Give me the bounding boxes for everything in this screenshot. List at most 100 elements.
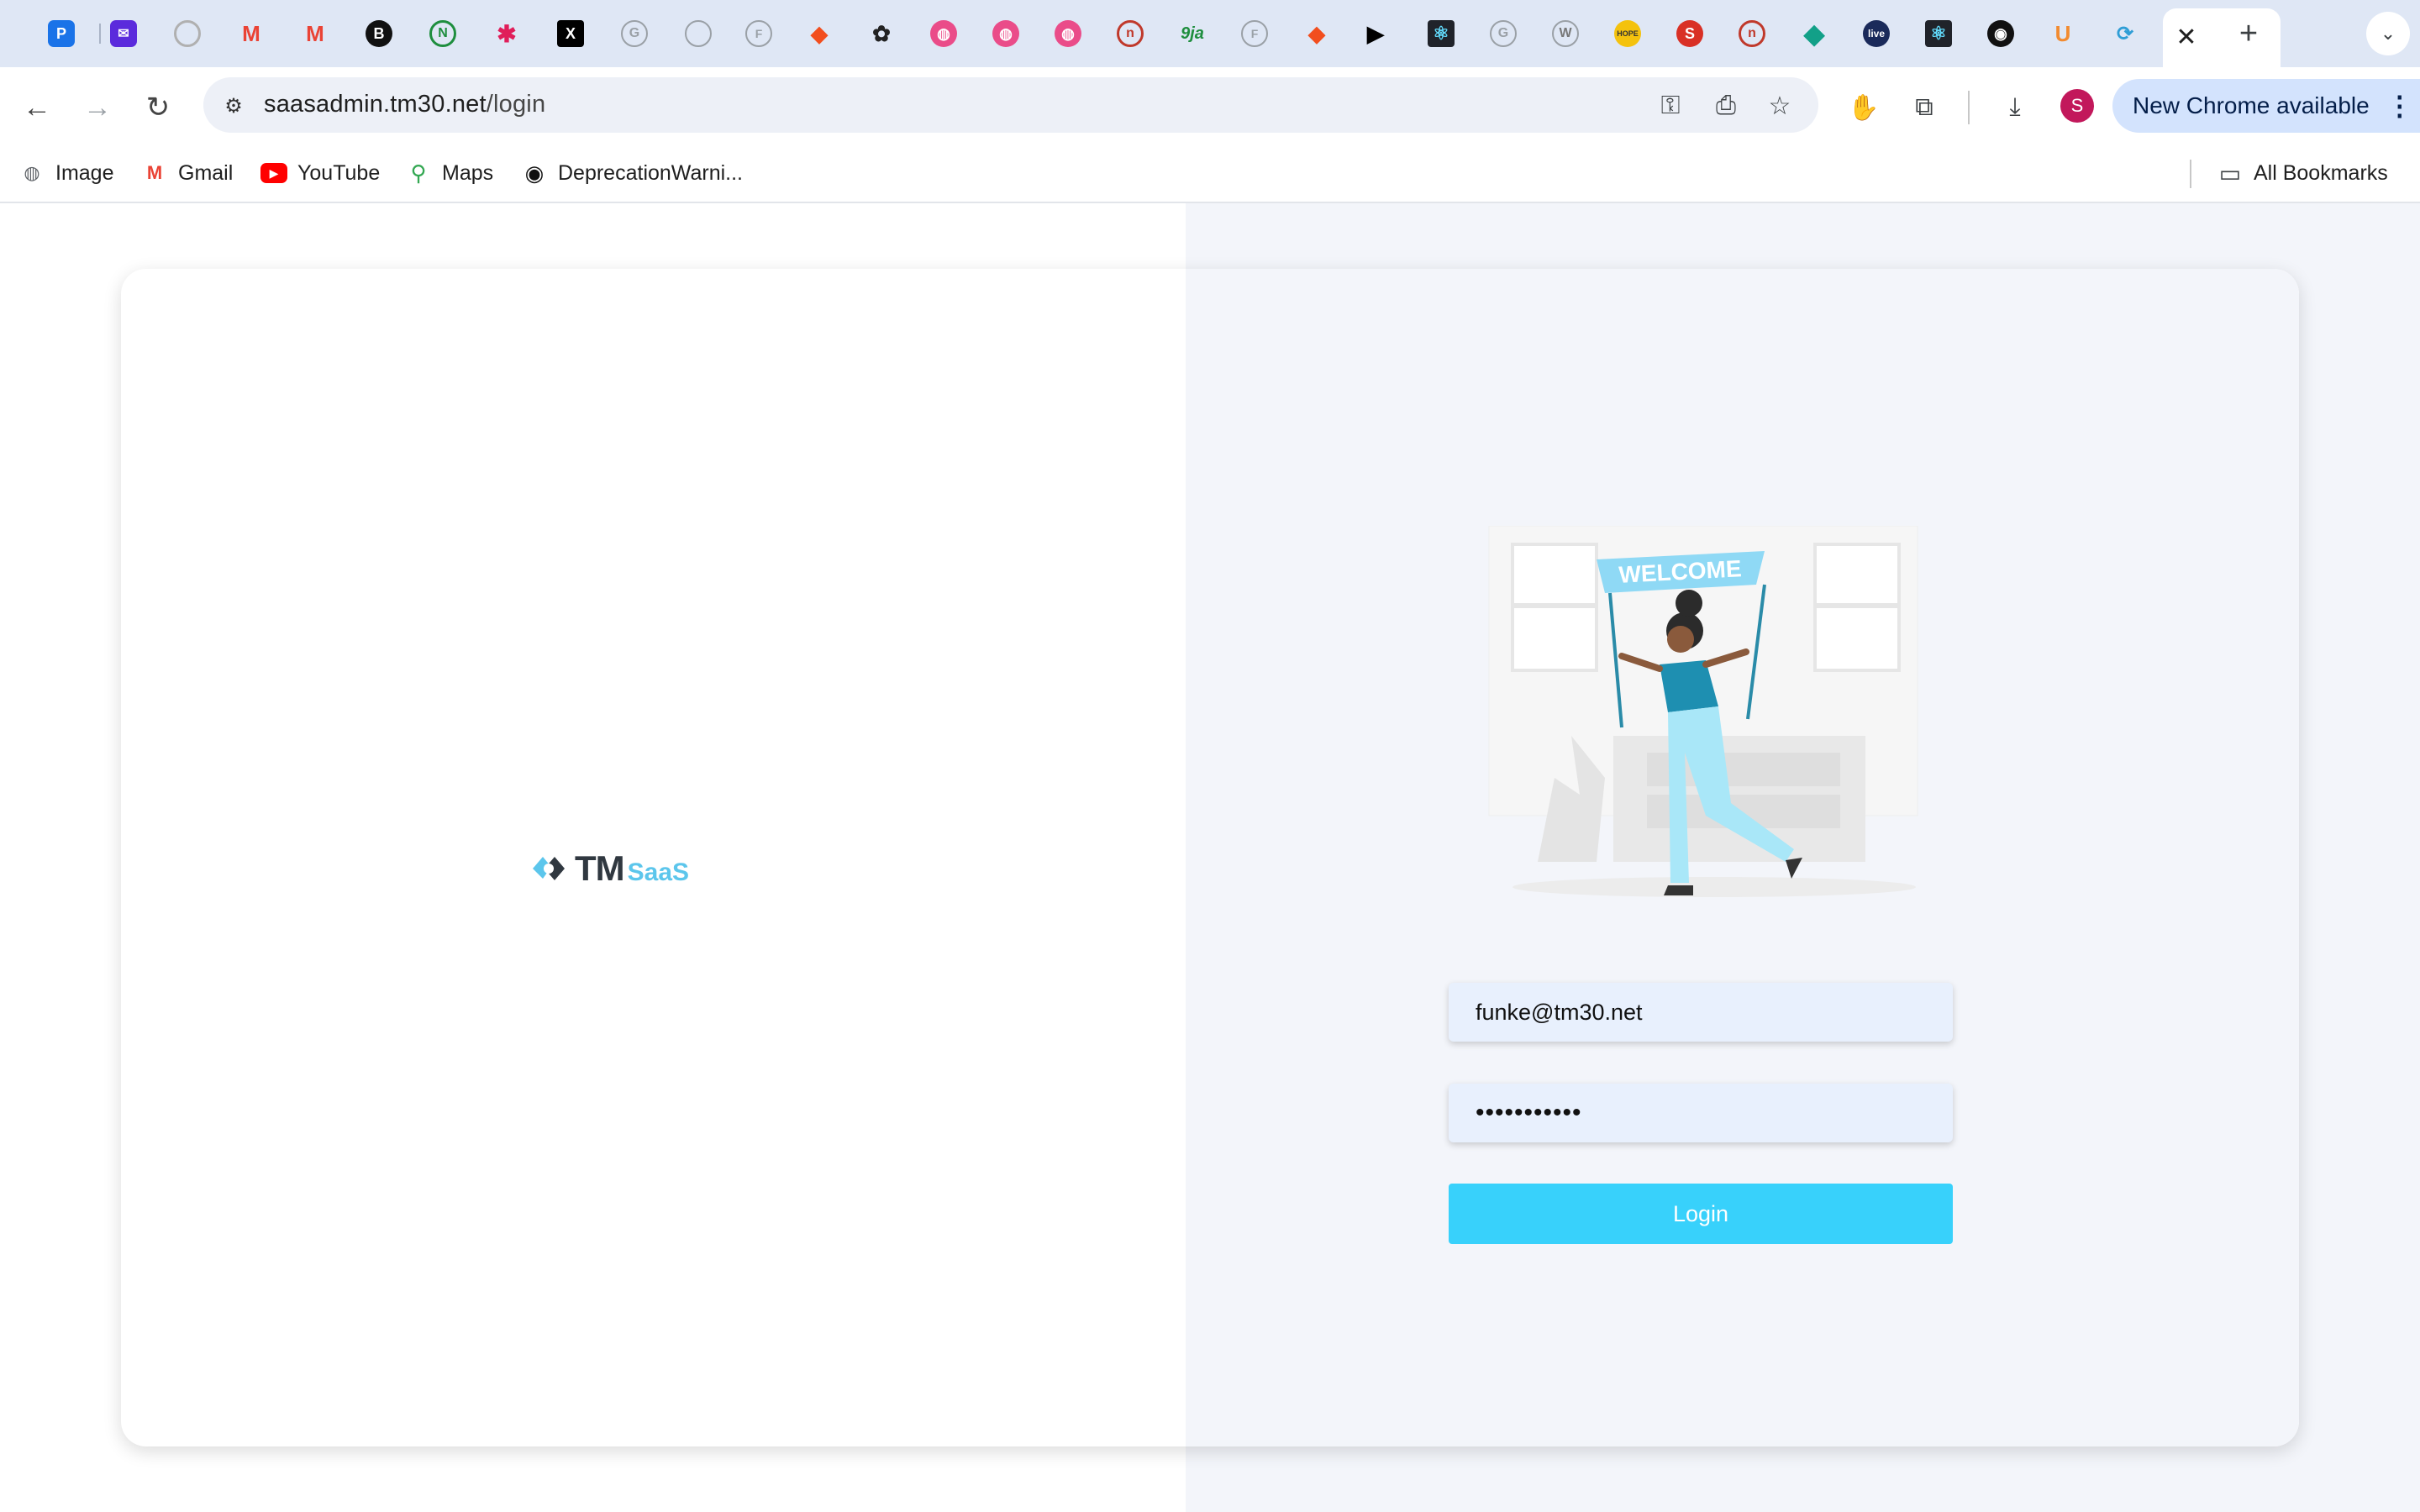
tab-google-2[interactable]: G bbox=[1472, 15, 1534, 52]
wikipedia-icon: W bbox=[1552, 20, 1579, 47]
tab-play[interactable]: ▶ bbox=[1344, 15, 1407, 52]
tab-dribbble-2[interactable]: ◍ bbox=[975, 15, 1037, 52]
tab-gmail-2[interactable]: M bbox=[284, 15, 346, 52]
react-icon: ⚛ bbox=[1925, 20, 1952, 47]
openai-icon: ✿ bbox=[872, 20, 891, 46]
figma-icon: ◆ bbox=[1308, 20, 1325, 46]
adblock-icon[interactable]: ✋ bbox=[1844, 87, 1884, 128]
gmail-icon: M bbox=[242, 20, 260, 46]
tab-wikipedia[interactable]: W bbox=[1534, 15, 1597, 52]
bookmark-youtube[interactable]: ▶ YouTube bbox=[260, 156, 380, 190]
tab-github[interactable]: ◉ bbox=[1970, 15, 2032, 52]
n-icon: n bbox=[1117, 20, 1144, 47]
email-field[interactable] bbox=[1449, 983, 1953, 1042]
profile-avatar[interactable]: S bbox=[2060, 89, 2094, 123]
bookmark-github[interactable]: ◉ DeprecationWarni... bbox=[521, 156, 743, 190]
all-bookmarks-button[interactable]: ▭ All Bookmarks bbox=[2217, 156, 2388, 190]
dribbble-icon: ◍ bbox=[930, 20, 957, 47]
tab-green[interactable]: N bbox=[412, 15, 474, 52]
tab-circle[interactable] bbox=[667, 15, 729, 52]
tab-slack[interactable]: ✱ bbox=[476, 15, 538, 52]
figma-icon: ◆ bbox=[811, 20, 828, 46]
tab-s[interactable]: S bbox=[1659, 15, 1721, 52]
maps-pin-icon: ⚲ bbox=[410, 160, 427, 186]
react-icon: ⚛ bbox=[1428, 20, 1455, 47]
tab-dribbble-1[interactable]: ◍ bbox=[913, 15, 975, 52]
all-bookmarks-label: All Bookmarks bbox=[2254, 160, 2388, 185]
password-key-icon[interactable]: ⚿ bbox=[1652, 87, 1689, 124]
back-button[interactable]: ← bbox=[17, 87, 57, 128]
extensions-icon[interactable]: ⧉ bbox=[1904, 87, 1944, 128]
logo-tm-text: TM bbox=[575, 848, 625, 888]
chrome-update-button[interactable]: New Chrome available ⋮ bbox=[2112, 79, 2420, 133]
gmail-icon: M bbox=[146, 162, 163, 183]
tab-react-2[interactable]: ⚛ bbox=[1907, 15, 1970, 52]
circle-icon bbox=[685, 20, 712, 47]
back-arrow-icon: ← bbox=[23, 91, 51, 123]
reload-button[interactable]: ↻ bbox=[138, 87, 178, 128]
bookmark-star-icon[interactable]: ☆ bbox=[1761, 87, 1798, 124]
bookmark-label: DeprecationWarni... bbox=[558, 160, 743, 185]
password-field[interactable] bbox=[1449, 1084, 1953, 1142]
bookmark-image[interactable]: ◍ Image bbox=[18, 156, 113, 190]
tab-compass[interactable] bbox=[156, 15, 218, 52]
new-tab-button[interactable]: + bbox=[2230, 15, 2267, 52]
tab-hope[interactable]: HOPE bbox=[1597, 15, 1659, 52]
forward-button[interactable]: → bbox=[77, 87, 118, 128]
globe-icon: ◍ bbox=[24, 162, 40, 183]
install-app-icon[interactable]: ⎙ bbox=[1707, 87, 1744, 124]
url-text[interactable]: saasadmin.tm30.net/login bbox=[264, 91, 545, 118]
tab-x[interactable]: X bbox=[539, 15, 602, 52]
dribbble-icon: ◍ bbox=[1055, 20, 1081, 47]
tab-u[interactable]: U bbox=[2032, 15, 2094, 52]
tab-b[interactable]: B bbox=[348, 15, 410, 52]
forward-arrow-icon: → bbox=[83, 91, 112, 123]
tab-google-1[interactable]: G bbox=[603, 15, 666, 52]
tab-openai[interactable]: ✿ bbox=[850, 15, 913, 52]
logo-mark-icon bbox=[533, 857, 565, 880]
tab-figma-outline-2[interactable]: F bbox=[1223, 15, 1286, 52]
figma-outline-icon: F bbox=[1241, 20, 1268, 47]
login-button[interactable]: Login bbox=[1449, 1184, 1953, 1244]
tab-n-2[interactable]: n bbox=[1721, 15, 1783, 52]
welcome-illustration: WELCOME bbox=[1488, 526, 1918, 897]
b-icon: B bbox=[366, 20, 392, 47]
p-icon: P bbox=[48, 20, 75, 47]
tab-figma-2[interactable]: ◆ bbox=[1286, 15, 1348, 52]
bookmark-label: YouTube bbox=[297, 160, 381, 185]
mail-icon: ✉ bbox=[110, 20, 137, 47]
bookmarks-divider bbox=[2190, 160, 2191, 188]
hope-icon: HOPE bbox=[1614, 20, 1641, 47]
live-icon: live bbox=[1863, 20, 1890, 47]
tab-search-button[interactable]: ⌄ bbox=[2366, 12, 2410, 55]
tab-figma-outline-1[interactable]: F bbox=[728, 15, 790, 52]
tab-gmail-1[interactable]: M bbox=[220, 15, 282, 52]
figma-outline-icon: F bbox=[745, 20, 772, 47]
download-icon[interactable]: ⤓ bbox=[1995, 87, 2035, 128]
site-info-icon[interactable]: ⚙ bbox=[215, 87, 252, 124]
google-icon: G bbox=[1490, 20, 1517, 47]
tab-9ja[interactable]: 9ja bbox=[1161, 15, 1223, 52]
n-icon: n bbox=[1739, 20, 1765, 47]
google-icon: G bbox=[621, 20, 648, 47]
update-label: New Chrome available bbox=[2133, 92, 2370, 118]
tab-close-icon[interactable]: ✕ bbox=[2168, 18, 2205, 55]
tab-live[interactable]: live bbox=[1845, 15, 1907, 52]
folder-icon: ▭ bbox=[2218, 160, 2242, 186]
bookmark-maps[interactable]: ⚲ Maps bbox=[405, 156, 493, 190]
tab-diamond[interactable]: ◆ bbox=[1783, 15, 1845, 52]
tab-p[interactable]: P bbox=[30, 15, 92, 52]
tab-tmsaas[interactable]: ⟳ bbox=[2094, 15, 2156, 52]
bookmark-gmail[interactable]: M Gmail bbox=[141, 156, 233, 190]
tab-n-1[interactable]: n bbox=[1099, 15, 1161, 52]
tab-mail[interactable]: ✉ bbox=[92, 15, 155, 52]
tmsaas-logo: TM SaaS bbox=[526, 843, 689, 894]
chevron-down-icon: ⌄ bbox=[2380, 23, 2396, 44]
more-menu-icon[interactable]: ⋮ bbox=[2386, 90, 2413, 122]
tab-dribbble-3[interactable]: ◍ bbox=[1037, 15, 1099, 52]
github-icon: ◉ bbox=[524, 160, 544, 186]
bookmark-label: Image bbox=[55, 160, 114, 185]
tab-react-1[interactable]: ⚛ bbox=[1410, 15, 1472, 52]
green-circle-icon: N bbox=[429, 20, 456, 47]
tab-figma-1[interactable]: ◆ bbox=[788, 15, 850, 52]
